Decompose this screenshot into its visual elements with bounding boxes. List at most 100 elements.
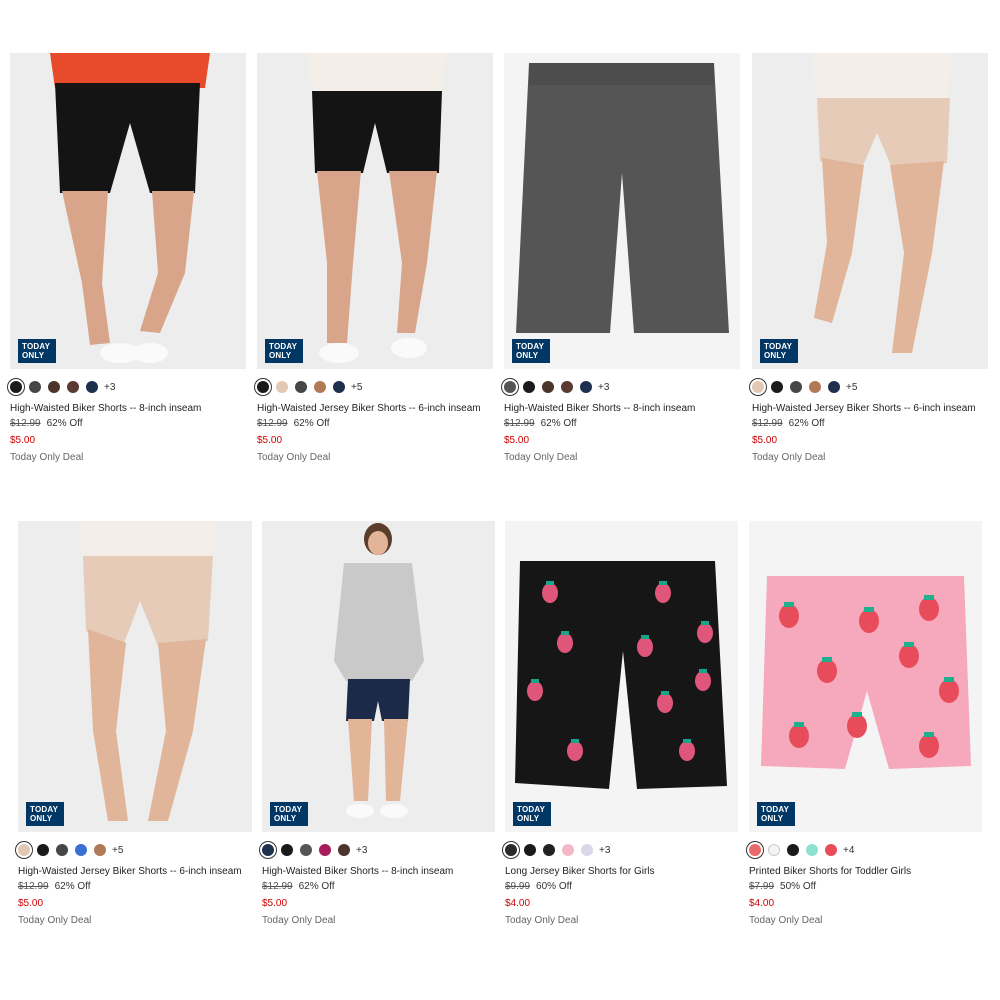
discount-label: 62% Off [46, 418, 83, 429]
product-image[interactable]: TODAY ONLY [257, 53, 493, 369]
product-photo [10, 53, 246, 369]
product-card[interactable]: TODAY ONLY +3 High-Waisted Biker Shorts -… [262, 521, 495, 926]
discount-label: 62% Off [54, 881, 91, 892]
color-swatch[interactable] [809, 381, 821, 393]
color-swatch[interactable] [825, 844, 837, 856]
product-name[interactable]: High-Waisted Biker Shorts -- 8-inch inse… [10, 403, 246, 414]
product-card[interactable]: TODAY ONLY +5 High-Waisted Jersey Biker S… [18, 521, 252, 926]
product-name[interactable]: High-Waisted Biker Shorts -- 8-inch inse… [504, 403, 740, 414]
color-swatch[interactable] [338, 844, 350, 856]
color-swatches: +3 [504, 379, 740, 395]
product-name[interactable]: High-Waisted Biker Shorts -- 8-inch inse… [262, 866, 495, 877]
color-swatch[interactable] [561, 381, 573, 393]
color-swatch[interactable] [580, 381, 592, 393]
product-image[interactable]: TODAY ONLY [18, 521, 252, 832]
more-colors-link[interactable]: +3 [599, 845, 610, 856]
color-swatch[interactable] [768, 844, 780, 856]
color-swatch[interactable] [300, 844, 312, 856]
product-card[interactable]: TODAY ONLY +4 Printed Biker Shorts for To… [749, 521, 982, 926]
color-swatches: +5 [257, 379, 493, 395]
product-name[interactable]: Long Jersey Biker Shorts for Girls [505, 866, 738, 877]
color-swatch[interactable] [333, 381, 345, 393]
color-swatch[interactable] [543, 844, 555, 856]
price-line: $12.99 62% Off [257, 418, 493, 429]
color-swatch[interactable] [314, 381, 326, 393]
color-swatch[interactable] [18, 844, 30, 856]
price-line: $12.99 62% Off [752, 418, 988, 429]
color-swatch[interactable] [523, 381, 535, 393]
more-colors-link[interactable]: +5 [112, 845, 123, 856]
color-swatch[interactable] [828, 381, 840, 393]
product-name[interactable]: High-Waisted Jersey Biker Shorts -- 6-in… [752, 403, 988, 414]
color-swatch[interactable] [295, 381, 307, 393]
color-swatch[interactable] [29, 381, 41, 393]
product-card[interactable]: TODAY ONLY +3 Long Jersey Biker Shorts fo… [505, 521, 738, 926]
color-swatches: +5 [18, 842, 252, 858]
color-swatch[interactable] [10, 381, 22, 393]
today-only-badge: TODAY ONLY [760, 339, 798, 363]
product-image[interactable]: TODAY ONLY [10, 53, 246, 369]
color-swatch[interactable] [806, 844, 818, 856]
color-swatch[interactable] [581, 844, 593, 856]
more-colors-link[interactable]: +4 [843, 845, 854, 856]
more-colors-link[interactable]: +3 [104, 382, 115, 393]
discount-label: 62% Off [788, 418, 825, 429]
more-colors-link[interactable]: +5 [846, 382, 857, 393]
color-swatch[interactable] [86, 381, 98, 393]
sale-price: $5.00 [752, 435, 778, 446]
color-swatch[interactable] [94, 844, 106, 856]
sale-price: $5.00 [504, 435, 530, 446]
color-swatch[interactable] [276, 381, 288, 393]
original-price: $12.99 [257, 418, 288, 429]
color-swatch[interactable] [75, 844, 87, 856]
color-swatch[interactable] [67, 381, 79, 393]
color-swatch[interactable] [504, 381, 516, 393]
discount-label: 62% Off [540, 418, 577, 429]
product-photo [262, 521, 495, 832]
product-card[interactable]: TODAY ONLY +3 High-Waisted Biker Shorts -… [10, 53, 246, 463]
color-swatch[interactable] [790, 381, 802, 393]
product-name[interactable]: High-Waisted Jersey Biker Shorts -- 6-in… [257, 403, 493, 414]
color-swatch[interactable] [787, 844, 799, 856]
product-card[interactable]: TODAY ONLY +3 High-Waisted Biker Shorts -… [504, 53, 740, 463]
product-photo [18, 521, 252, 832]
today-only-badge: TODAY ONLY [512, 339, 550, 363]
product-image[interactable]: TODAY ONLY [749, 521, 982, 832]
color-swatch[interactable] [771, 381, 783, 393]
product-card[interactable]: TODAY ONLY +5 High-Waisted Jersey Biker S… [257, 53, 493, 463]
product-card[interactable]: TODAY ONLY +5 High-Waisted Jersey Biker S… [752, 53, 988, 463]
product-image[interactable]: TODAY ONLY [752, 53, 988, 369]
color-swatch[interactable] [281, 844, 293, 856]
color-swatch[interactable] [562, 844, 574, 856]
product-image[interactable]: TODAY ONLY [505, 521, 738, 832]
deal-label: Today Only Deal [262, 915, 336, 926]
price-line: $7.99 50% Off [749, 881, 982, 892]
color-swatches: +4 [749, 842, 982, 858]
color-swatch[interactable] [56, 844, 68, 856]
color-swatch[interactable] [48, 381, 60, 393]
color-swatch[interactable] [505, 844, 517, 856]
more-colors-link[interactable]: +3 [598, 382, 609, 393]
product-photo [257, 53, 493, 369]
original-price: $12.99 [10, 418, 41, 429]
color-swatch[interactable] [524, 844, 536, 856]
today-only-badge: TODAY ONLY [270, 802, 308, 826]
color-swatch[interactable] [749, 844, 761, 856]
color-swatch[interactable] [257, 381, 269, 393]
more-colors-link[interactable]: +5 [351, 382, 362, 393]
product-name[interactable]: High-Waisted Jersey Biker Shorts -- 6-in… [18, 866, 252, 877]
more-colors-link[interactable]: +3 [356, 845, 367, 856]
color-swatch[interactable] [319, 844, 331, 856]
discount-label: 62% Off [293, 418, 330, 429]
color-swatch[interactable] [37, 844, 49, 856]
product-image[interactable]: TODAY ONLY [262, 521, 495, 832]
color-swatch[interactable] [542, 381, 554, 393]
color-swatch[interactable] [752, 381, 764, 393]
product-photo [752, 53, 988, 369]
product-name[interactable]: Printed Biker Shorts for Toddler Girls [749, 866, 982, 877]
deal-label: Today Only Deal [257, 452, 331, 463]
discount-label: 60% Off [536, 881, 572, 892]
deal-label: Today Only Deal [505, 915, 579, 926]
product-image[interactable]: TODAY ONLY [504, 53, 740, 369]
color-swatch[interactable] [262, 844, 274, 856]
